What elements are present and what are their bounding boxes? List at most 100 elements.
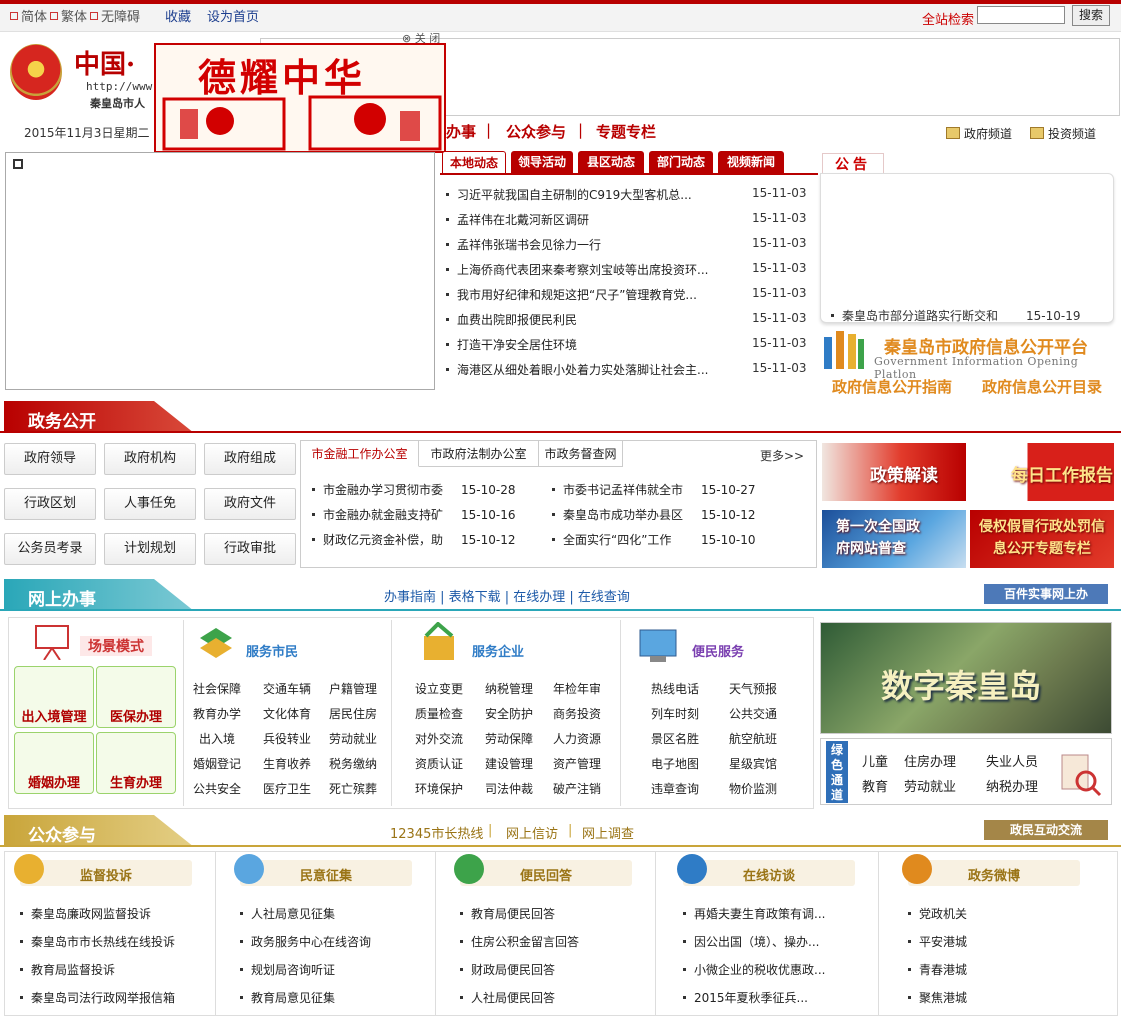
gov-info-catalog-link[interactable]: 政府信息公开目录 bbox=[982, 376, 1102, 397]
public-column-item[interactable]: 秦皇岛司法行政网举报信箱 bbox=[20, 989, 175, 1006]
floating-ad[interactable]: 德耀中华 bbox=[154, 43, 446, 153]
service-link-citizen[interactable]: 兵役转业 bbox=[256, 730, 318, 747]
infringement-column-banner[interactable]: 侵权假冒行政处罚信息公开专题专栏 bbox=[970, 510, 1114, 568]
service-link-convenience[interactable]: 星级宾馆 bbox=[722, 755, 784, 772]
simplified-link[interactable]: 简体 bbox=[10, 6, 47, 25]
service-link-enterprise[interactable]: 环境保护 bbox=[408, 780, 470, 797]
service-link-enterprise[interactable]: 破产注销 bbox=[546, 780, 608, 797]
public-column-item[interactable]: 再婚夫妻生育政策有调... bbox=[683, 905, 825, 922]
scene-marriage[interactable]: 婚姻办理 bbox=[14, 732, 94, 794]
public-column-item[interactable]: 因公出国（境）、操办... bbox=[683, 933, 819, 950]
service-link-enterprise[interactable]: 人力资源 bbox=[546, 730, 608, 747]
office-more-link[interactable]: 更多>> bbox=[760, 447, 804, 464]
tab-supervision-net[interactable]: 市政务督查网 bbox=[539, 441, 623, 467]
gov-button[interactable]: 行政审批 bbox=[204, 533, 296, 565]
news-item[interactable]: 我市用好纪律和规矩这把“尺子”管理教育党... 15-11-03 bbox=[446, 286, 816, 302]
office-news-item[interactable]: 市金融办就金融支持矿 15-10-16 bbox=[312, 506, 515, 523]
search-input[interactable] bbox=[977, 6, 1065, 24]
service-link-citizen[interactable]: 户籍管理 bbox=[322, 680, 384, 697]
service-link-citizen[interactable]: 税务缴纳 bbox=[322, 755, 384, 772]
set-homepage-link[interactable]: 设为首页 bbox=[207, 6, 259, 25]
tab-finance-office[interactable]: 市金融工作办公室 bbox=[301, 441, 419, 467]
gov-button[interactable]: 人事任免 bbox=[104, 488, 196, 520]
traditional-link[interactable]: 繁体 bbox=[50, 6, 87, 25]
green-channel-item[interactable]: 纳税办理 bbox=[986, 776, 1038, 795]
online-survey-link[interactable]: 网上调查 bbox=[582, 823, 634, 842]
gov-button[interactable]: 行政区划 bbox=[4, 488, 96, 520]
office-news-item[interactable]: 秦皇岛市成功举办县区 15-10-12 bbox=[552, 506, 755, 523]
service-link-convenience[interactable]: 违章查询 bbox=[644, 780, 706, 797]
service-link-enterprise[interactable]: 商务投资 bbox=[546, 705, 608, 722]
office-news-item[interactable]: 市金融办学习贯彻市委 15-10-28 bbox=[312, 481, 515, 498]
service-link-enterprise[interactable]: 年检年审 bbox=[546, 680, 608, 697]
public-column-header[interactable]: 民意征集 bbox=[234, 854, 412, 886]
news-item[interactable]: 打造干净安全居住环境 15-11-03 bbox=[446, 336, 816, 352]
public-column-item[interactable]: 财政局便民回答 bbox=[460, 961, 555, 978]
slide-indicator-icon[interactable] bbox=[13, 159, 23, 169]
gov-button[interactable]: 计划规划 bbox=[104, 533, 196, 565]
office-news-item[interactable]: 市委书记孟祥伟就全市 15-10-27 bbox=[552, 481, 755, 498]
service-link-citizen[interactable]: 医疗卫生 bbox=[256, 780, 318, 797]
public-column-header[interactable]: 便民回答 bbox=[454, 854, 632, 886]
news-item[interactable]: 孟祥伟张瑞书会见徐力一行 15-11-03 bbox=[446, 236, 816, 252]
tab-department-news[interactable]: 部门动态 bbox=[649, 151, 713, 173]
service-link-enterprise[interactable]: 质量检查 bbox=[408, 705, 470, 722]
public-column-item[interactable]: 2015年夏秋季征兵... bbox=[683, 989, 808, 1006]
service-link-convenience[interactable]: 物价监测 bbox=[722, 780, 784, 797]
service-link-convenience[interactable]: 天气预报 bbox=[722, 680, 784, 697]
gov-button[interactable]: 政府领导 bbox=[4, 443, 96, 475]
green-channel-item[interactable]: 劳动就业 bbox=[904, 776, 956, 795]
daily-report-banner[interactable]: 每日工作报告 bbox=[970, 443, 1114, 501]
news-item[interactable]: 海港区从细处着眼小处着力实处落脚让社会主... 15-11-03 bbox=[446, 361, 816, 377]
tab-county-news[interactable]: 县区动态 bbox=[578, 151, 644, 173]
online-quick-links[interactable]: 办事指南 | 表格下载 | 在线办理 | 在线查询 bbox=[384, 586, 630, 605]
service-link-citizen[interactable]: 生育收养 bbox=[256, 755, 318, 772]
notice-item[interactable]: 秦皇岛市部分道路实行断交和 15-10-19 bbox=[831, 307, 1080, 322]
gov-button[interactable]: 公务员考录 bbox=[4, 533, 96, 565]
tab-legal-office[interactable]: 市政府法制办公室 bbox=[419, 441, 539, 467]
public-column-item[interactable]: 住房公积金留言回答 bbox=[460, 933, 579, 950]
service-link-enterprise[interactable]: 建设管理 bbox=[478, 755, 540, 772]
public-column-item[interactable]: 小微企业的税收优惠政... bbox=[683, 961, 825, 978]
service-link-enterprise[interactable]: 纳税管理 bbox=[478, 680, 540, 697]
green-channel-item[interactable]: 儿童 bbox=[862, 751, 888, 770]
service-link-convenience[interactable]: 景区名胜 bbox=[644, 730, 706, 747]
public-column-item[interactable]: 聚焦港城 bbox=[908, 989, 967, 1006]
policy-interpretation-banner[interactable]: 政策解读 bbox=[822, 443, 966, 501]
green-channel-item[interactable]: 失业人员 bbox=[986, 751, 1038, 770]
scene-immigration[interactable]: 出入境管理 bbox=[14, 666, 94, 728]
service-link-citizen[interactable]: 劳动就业 bbox=[322, 730, 384, 747]
invest-channel-link[interactable]: 投资频道 bbox=[1030, 125, 1096, 142]
public-column-header[interactable]: 在线访谈 bbox=[677, 854, 855, 886]
public-column-item[interactable]: 秦皇岛市市长热线在线投诉 bbox=[20, 933, 175, 950]
hundred-services-button[interactable]: 百件实事网上办 bbox=[984, 584, 1108, 604]
public-column-item[interactable]: 教育局意见征集 bbox=[240, 989, 335, 1006]
service-link-citizen[interactable]: 居民住房 bbox=[322, 705, 384, 722]
service-link-citizen[interactable]: 交通车辆 bbox=[256, 680, 318, 697]
service-link-citizen[interactable]: 教育办学 bbox=[186, 705, 248, 722]
service-link-convenience[interactable]: 航空航班 bbox=[722, 730, 784, 747]
public-column-item[interactable]: 规划局咨询听证 bbox=[240, 961, 335, 978]
accessibility-link[interactable]: 无障碍 bbox=[90, 6, 140, 25]
public-column-item[interactable]: 秦皇岛廉政网监督投诉 bbox=[20, 905, 151, 922]
public-column-item[interactable]: 党政机关 bbox=[908, 905, 967, 922]
news-item[interactable]: 孟祥伟在北戴河新区调研 15-11-03 bbox=[446, 211, 816, 227]
bookmark-link[interactable]: 收藏 bbox=[165, 6, 191, 25]
tab-local-news[interactable]: 本地动态 bbox=[442, 151, 506, 173]
online-petition-link[interactable]: 网上信访 bbox=[506, 823, 558, 842]
public-column-item[interactable]: 教育局便民回答 bbox=[460, 905, 555, 922]
public-column-header[interactable]: 政务微博 bbox=[902, 854, 1080, 886]
nav-item-public[interactable]: 公众参与 bbox=[506, 121, 566, 142]
news-item[interactable]: 习近平就我国自主研制的C919大型客机总... 15-11-03 bbox=[446, 186, 816, 202]
service-link-citizen[interactable]: 公共安全 bbox=[186, 780, 248, 797]
interaction-exchange-button[interactable]: 政民互动交流 bbox=[984, 820, 1108, 840]
gov-button[interactable]: 政府组成 bbox=[204, 443, 296, 475]
service-link-enterprise[interactable]: 安全防护 bbox=[478, 705, 540, 722]
service-link-citizen[interactable]: 文化体育 bbox=[256, 705, 318, 722]
service-link-enterprise[interactable]: 对外交流 bbox=[408, 730, 470, 747]
search-button[interactable]: 搜索 bbox=[1072, 5, 1110, 26]
public-column-item[interactable]: 政务服务中心在线咨询 bbox=[240, 933, 371, 950]
gov-button[interactable]: 政府机构 bbox=[104, 443, 196, 475]
nav-item-services[interactable]: 办事 bbox=[446, 121, 476, 142]
service-link-enterprise[interactable]: 资产管理 bbox=[546, 755, 608, 772]
